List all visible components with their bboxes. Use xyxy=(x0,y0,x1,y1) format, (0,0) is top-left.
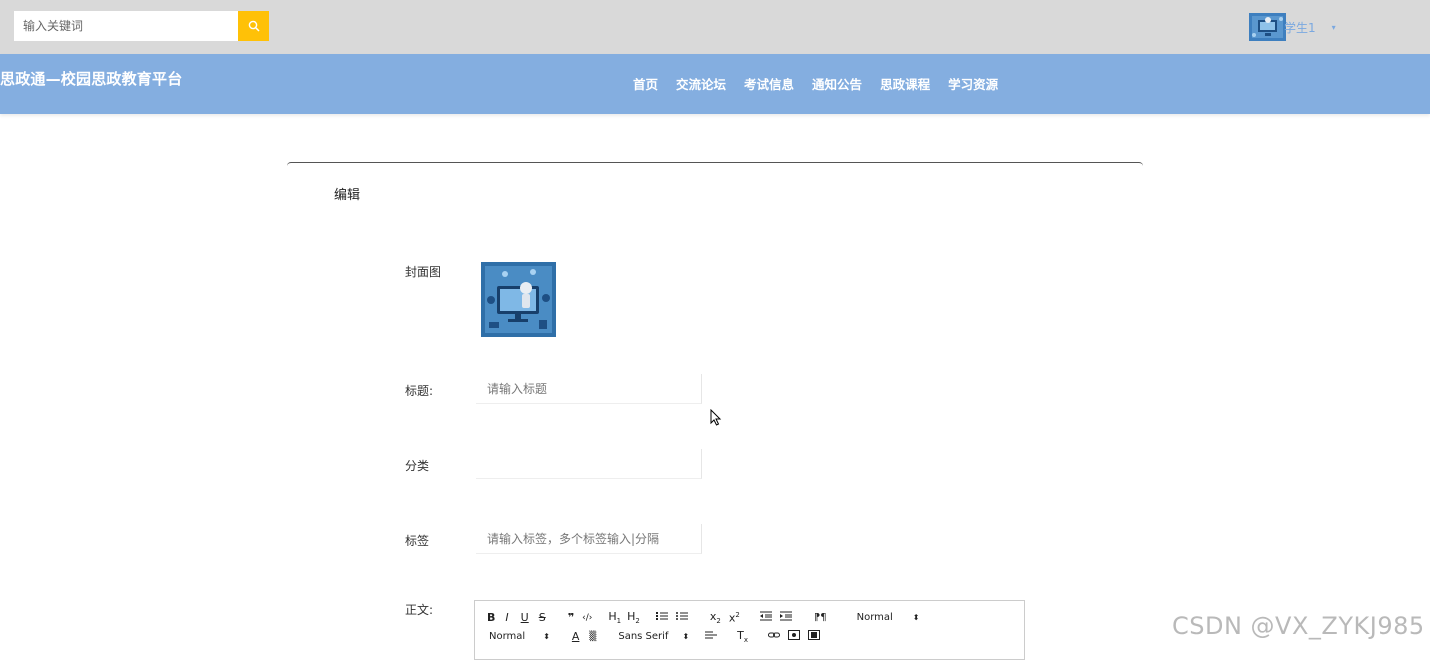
strike-icon[interactable]: S xyxy=(539,611,546,624)
italic-icon[interactable]: I xyxy=(505,611,508,624)
header-select[interactable]: Normal xyxy=(857,612,893,623)
nav-item-exam[interactable]: 考试信息 xyxy=(744,74,794,93)
blockquote-icon[interactable]: ❞ xyxy=(568,611,574,624)
heading1-icon[interactable]: H1 xyxy=(608,610,621,625)
bullet-list-icon[interactable] xyxy=(675,611,688,624)
cover-image[interactable] xyxy=(481,262,556,337)
video-icon[interactable] xyxy=(808,630,821,643)
search-input[interactable] xyxy=(14,11,238,41)
user-menu[interactable]: 学生1 ▾ xyxy=(1249,13,1336,41)
avatar xyxy=(1249,13,1286,41)
title-label: 标题: xyxy=(405,384,434,398)
nav-item-home[interactable]: 首页 xyxy=(633,74,658,93)
nav-item-forum[interactable]: 交流论坛 xyxy=(676,74,726,93)
clear-format-icon[interactable]: Tx xyxy=(737,629,748,644)
heading2-icon[interactable]: H2 xyxy=(627,610,640,625)
text-direction-icon[interactable]: ⁋¶ xyxy=(814,612,827,623)
text-color-icon[interactable]: A xyxy=(572,630,580,643)
search-icon xyxy=(248,20,260,32)
tags-label: 标签 xyxy=(405,534,430,548)
select-arrows-icon: ⬍ xyxy=(543,632,550,642)
page-title: 编辑 xyxy=(334,188,361,203)
search-button[interactable] xyxy=(238,11,269,41)
nav-item-notice[interactable]: 通知公告 xyxy=(812,74,862,93)
category-input[interactable] xyxy=(476,449,702,479)
image-icon[interactable] xyxy=(788,630,801,643)
bold-icon[interactable]: B xyxy=(487,611,495,624)
user-name[interactable]: 学生1 xyxy=(1284,19,1316,36)
select-arrows-icon: ⬍ xyxy=(682,632,690,642)
rich-text-editor: B I U S ❞ ‹/› H1 H2 x2 x2 ⁋¶ Normal ⬍ No… xyxy=(474,600,1025,660)
site-title: 思政通—校园思政教育平台 xyxy=(0,70,183,88)
main-nav: 首页 交流论坛 考试信息 通知公告 思政课程 学习资源 xyxy=(633,74,998,93)
indent-icon[interactable] xyxy=(779,611,792,624)
watermark: CSDN @VX_ZYKJ985 xyxy=(1172,612,1425,640)
cover-label: 封面图 xyxy=(405,265,442,279)
ordered-list-icon[interactable] xyxy=(655,611,668,624)
nav-item-resources[interactable]: 学习资源 xyxy=(948,74,998,93)
search-box xyxy=(14,11,269,41)
background-color-icon[interactable]: ▒ xyxy=(589,632,596,642)
mouse-cursor-icon xyxy=(710,409,722,426)
top-bar: 学生1 ▾ xyxy=(0,0,1430,54)
nav-bar: 思政通—校园思政教育平台 首页 交流论坛 考试信息 通知公告 思政课程 学习资源 xyxy=(0,54,1430,114)
nav-item-course[interactable]: 思政课程 xyxy=(880,74,930,93)
category-label: 分类 xyxy=(405,459,430,473)
tags-input[interactable] xyxy=(476,524,702,554)
link-icon[interactable] xyxy=(768,630,781,643)
subscript-icon[interactable]: x2 xyxy=(710,610,721,625)
select-arrows-icon: ⬍ xyxy=(912,613,920,623)
align-icon[interactable] xyxy=(705,630,718,643)
content-label: 正文: xyxy=(405,603,434,617)
font-select[interactable]: Sans Serif xyxy=(618,631,668,642)
underline-icon[interactable]: U xyxy=(521,611,529,624)
superscript-icon[interactable]: x2 xyxy=(729,611,740,625)
editor-toolbar-row-2: Normal ⬍ A ▒ Sans Serif ⬍ Tx xyxy=(487,629,821,644)
size-select[interactable]: Normal xyxy=(489,631,525,642)
outdent-icon[interactable] xyxy=(759,611,772,624)
title-input[interactable] xyxy=(476,374,702,404)
editor-toolbar-row-1: B I U S ❞ ‹/› H1 H2 x2 x2 ⁋¶ Normal ⬍ xyxy=(487,610,919,625)
code-icon[interactable]: ‹/› xyxy=(582,613,592,623)
chevron-down-icon[interactable]: ▾ xyxy=(1332,23,1336,32)
